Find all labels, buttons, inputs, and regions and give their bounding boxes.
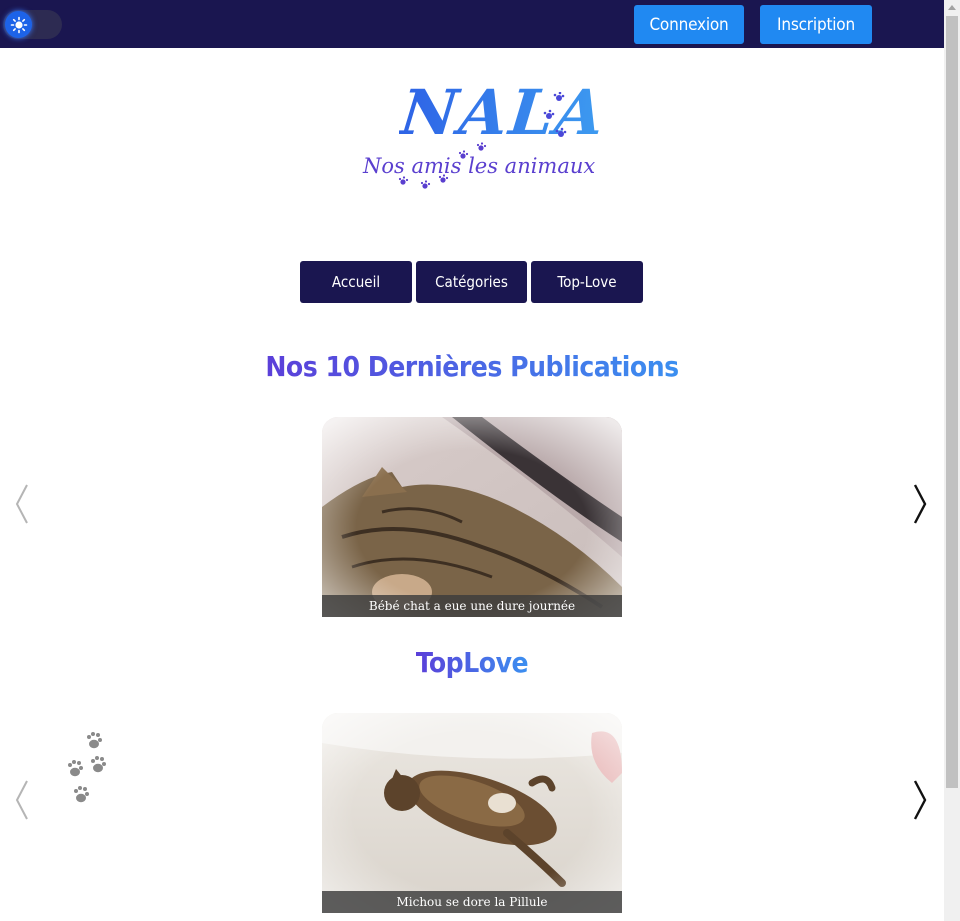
nav-top-love[interactable]: Top-Love	[531, 261, 643, 303]
paw-trail-icon	[543, 92, 567, 137]
latest-post-caption: Bébé chat a eue une dure journée	[322, 595, 622, 617]
carousel-top-next-button[interactable]	[910, 778, 930, 822]
carousel-latest-prev-button[interactable]	[12, 482, 32, 526]
top-bar: Connexion Inscription	[0, 0, 944, 48]
paw-prints-small-icon	[398, 142, 487, 189]
nav-accueil[interactable]: Accueil	[300, 261, 412, 303]
toplove-section-title-text: TopLove	[415, 646, 529, 679]
top-post-caption: Michou se dore la Pillule	[322, 891, 622, 913]
latest-section-title-text: Nos 10 Dernières Publications	[265, 350, 679, 383]
cat-photo-image	[322, 417, 622, 617]
carousel-latest-next-button[interactable]	[910, 482, 930, 526]
chevron-left-icon	[15, 484, 28, 524]
login-button[interactable]: Connexion	[634, 5, 744, 44]
site-logo[interactable]: NALA Nos amis les animaux	[355, 76, 609, 204]
theme-toggle[interactable]	[3, 10, 62, 39]
scroll-up-icon[interactable]	[948, 5, 956, 10]
cat-photo-image	[322, 713, 622, 913]
top-post-card[interactable]: Michou se dore la Pillule	[322, 713, 622, 913]
scrollbar-thumb[interactable]	[946, 16, 958, 788]
signup-button[interactable]: Inscription	[760, 5, 872, 44]
logo-title: NALA	[397, 76, 610, 149]
chevron-left-icon	[15, 780, 28, 820]
page-scrollbar[interactable]	[944, 0, 960, 921]
carousel-top-prev-button[interactable]	[12, 778, 32, 822]
latest-section-title: Nos 10 Dernières Publications	[0, 350, 944, 383]
nav-categories[interactable]: Catégories	[416, 261, 527, 303]
chevron-right-icon	[913, 484, 927, 524]
paw-prints-icon	[62, 728, 114, 808]
sun-icon	[5, 11, 32, 38]
chevron-right-icon	[913, 780, 927, 820]
toplove-section-title: TopLove	[0, 646, 944, 679]
latest-post-card[interactable]: Bébé chat a eue une dure journée	[322, 417, 622, 617]
